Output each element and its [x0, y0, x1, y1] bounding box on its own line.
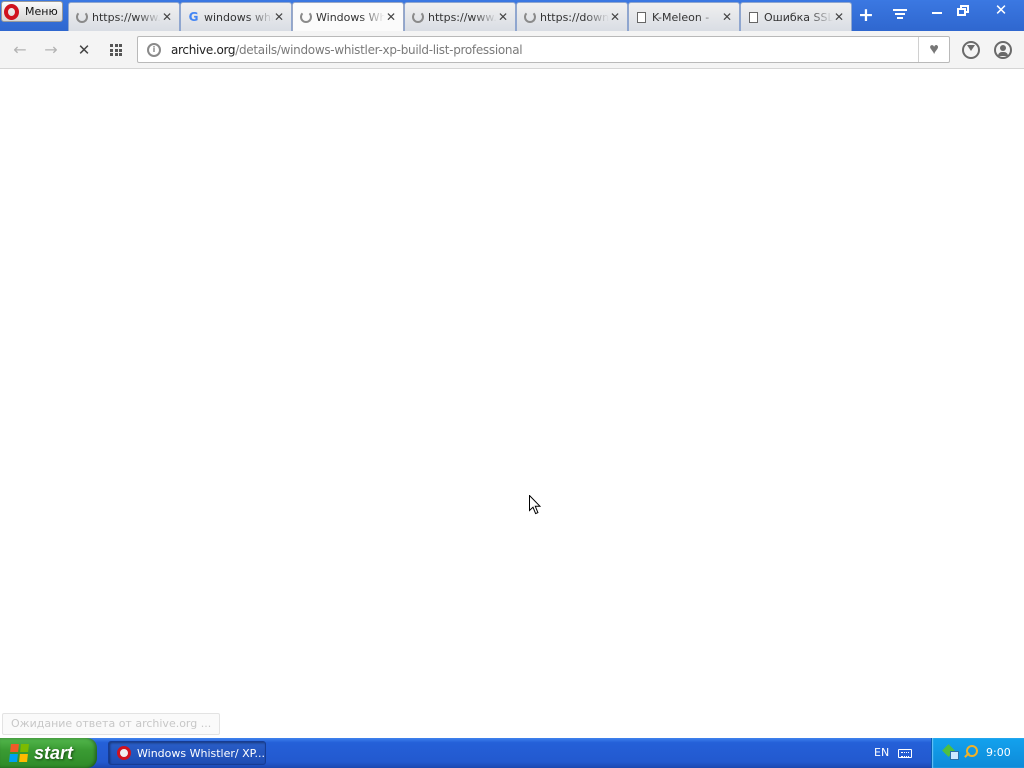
user-icon [1000, 45, 1006, 51]
speed-dial-button[interactable] [105, 39, 127, 61]
opera-menu-button[interactable]: Меню [1, 1, 63, 22]
bookmark-heart-icon[interactable]: ♥ [918, 37, 949, 62]
taskbar-item-browser[interactable]: Windows Whistler/ XP... [108, 741, 266, 765]
stop-loading-button[interactable]: ✕ [73, 39, 95, 61]
tab-close-icon[interactable]: ✕ [385, 10, 397, 24]
tab-3-active[interactable]: Windows Whistler ✕ [292, 2, 404, 31]
clock[interactable]: 9:00 [986, 746, 1011, 759]
site-info-icon[interactable]: i [147, 42, 161, 57]
windows-flag-icon [9, 744, 29, 762]
address-host: archive.org [171, 42, 236, 57]
minimize-icon [932, 12, 942, 14]
search-icon[interactable] [963, 745, 978, 759]
tab-title: K-Meleon - [652, 10, 710, 24]
mouse-pointer-icon [529, 495, 541, 515]
tab-1[interactable]: https://www. ✕ [68, 2, 180, 31]
tab-close-icon[interactable]: ✕ [497, 10, 509, 24]
loading-spinner-icon [411, 11, 424, 24]
google-g-icon: G [188, 10, 199, 24]
page-icon [635, 11, 648, 24]
page-content: Ожидание ответа от archive.org ... [0, 70, 1024, 738]
opera-logo-icon [4, 3, 19, 20]
tab-strip: Меню https://www. ✕ G windows whistler ✕… [0, 0, 1024, 31]
tab-title: windows whistler [204, 10, 273, 24]
tab-6[interactable]: K-Meleon - ✕ [628, 2, 740, 31]
language-indicator[interactable]: EN [874, 746, 889, 759]
tab-close-icon[interactable]: ✕ [609, 10, 621, 24]
tab-2[interactable]: G windows whistler ✕ [180, 2, 292, 31]
network-icon[interactable] [944, 746, 959, 760]
tab-title: Windows Whistler [316, 10, 385, 24]
loading-status-text: Ожидание ответа от archive.org ... [2, 713, 221, 735]
tab-title: https://download [540, 10, 609, 24]
screen: Меню https://www. ✕ G windows whistler ✕… [0, 0, 1024, 768]
tab-5[interactable]: https://download ✕ [516, 2, 628, 31]
opera-icon [117, 746, 131, 760]
address-input[interactable]: archive.org/details/windows-whistler-xp-… [171, 43, 918, 57]
forward-button[interactable]: → [40, 39, 62, 61]
menu-label: Меню [25, 5, 58, 18]
tab-title: https://www. [428, 10, 497, 24]
downloads-button[interactable] [962, 41, 980, 59]
back-button[interactable]: ← [9, 39, 31, 61]
tab-close-icon[interactable]: ✕ [161, 10, 173, 24]
page-icon [747, 11, 760, 24]
tab-close-icon[interactable]: ✕ [273, 10, 285, 24]
keyboard-icon[interactable] [898, 749, 912, 758]
tab-7[interactable]: Ошибка SSL ✕ [740, 2, 852, 31]
close-window-button[interactable]: ✕ [978, 2, 1024, 19]
tab-menu-icon[interactable] [891, 7, 909, 23]
address-bar[interactable]: i archive.org/details/windows-whistler-x… [137, 36, 950, 63]
address-path: /details/windows-whistler-xp-build-list-… [235, 42, 523, 57]
navigation-toolbar: ← → ✕ i archive.org/details/windows-whis… [0, 31, 1024, 69]
system-tray: 9:00 [931, 738, 1024, 768]
windows-taskbar: start Windows Whistler/ XP... EN 9:00 [0, 738, 1024, 768]
new-tab-button[interactable]: + [856, 5, 876, 25]
tab-4[interactable]: https://www. ✕ [404, 2, 516, 31]
tab-close-icon[interactable]: ✕ [833, 10, 845, 24]
loading-spinner-icon [75, 11, 88, 24]
taskbar-item-label: Windows Whistler/ XP... [137, 746, 265, 760]
loading-spinner-icon [299, 11, 312, 24]
loading-spinner-icon [523, 11, 536, 24]
restore-icon [957, 8, 966, 16]
minimize-button[interactable] [925, 2, 949, 19]
tab-title: Ошибка SSL [764, 10, 833, 24]
tab-close-icon[interactable]: ✕ [721, 10, 733, 24]
download-arrow-icon [967, 45, 975, 51]
restore-button[interactable] [952, 2, 976, 19]
tab-title: https://www. [92, 10, 161, 24]
grid-icon [110, 44, 122, 56]
account-button[interactable] [994, 41, 1012, 59]
start-button[interactable]: start [0, 738, 97, 768]
start-label: start [34, 742, 74, 763]
